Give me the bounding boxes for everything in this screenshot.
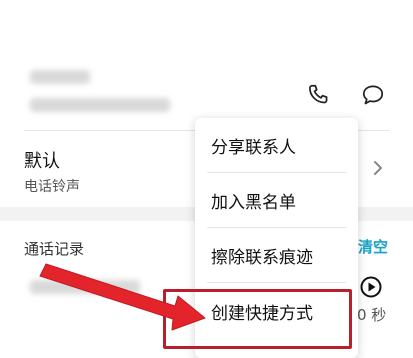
menu-item-erase-contact-traces[interactable]: 擦除联系痕迹 [195, 228, 358, 283]
play-circle-icon[interactable] [360, 276, 382, 298]
menu-item-label: 加入黑名单 [211, 193, 296, 213]
blurred-call-entry [30, 280, 140, 294]
call-log-label: 通话记录 [24, 240, 85, 258]
menu-item-label: 擦除联系痕迹 [211, 248, 313, 268]
highlight-box [163, 289, 352, 349]
clear-call-log-link[interactable]: 清空 [358, 236, 388, 257]
message-button[interactable] [357, 79, 389, 111]
menu-item-label: 分享联系人 [211, 138, 296, 158]
menu-item-share-contact[interactable]: 分享联系人 [195, 118, 358, 173]
message-bubble-icon [362, 85, 384, 105]
phone-icon [309, 84, 328, 104]
contact-header [0, 0, 413, 130]
call-duration: 0 秒 [357, 306, 387, 324]
menu-item-add-to-blacklist[interactable]: 加入黑名单 [195, 173, 358, 228]
ringtone-subtitle: 电话铃声 [24, 179, 80, 195]
chevron-right-icon [374, 161, 382, 175]
ringtone-title: 默认 [24, 151, 60, 172]
menu-separator [207, 282, 346, 283]
blurred-contact-name [30, 70, 90, 84]
blurred-contact-number [30, 98, 170, 112]
call-button[interactable] [302, 79, 334, 111]
